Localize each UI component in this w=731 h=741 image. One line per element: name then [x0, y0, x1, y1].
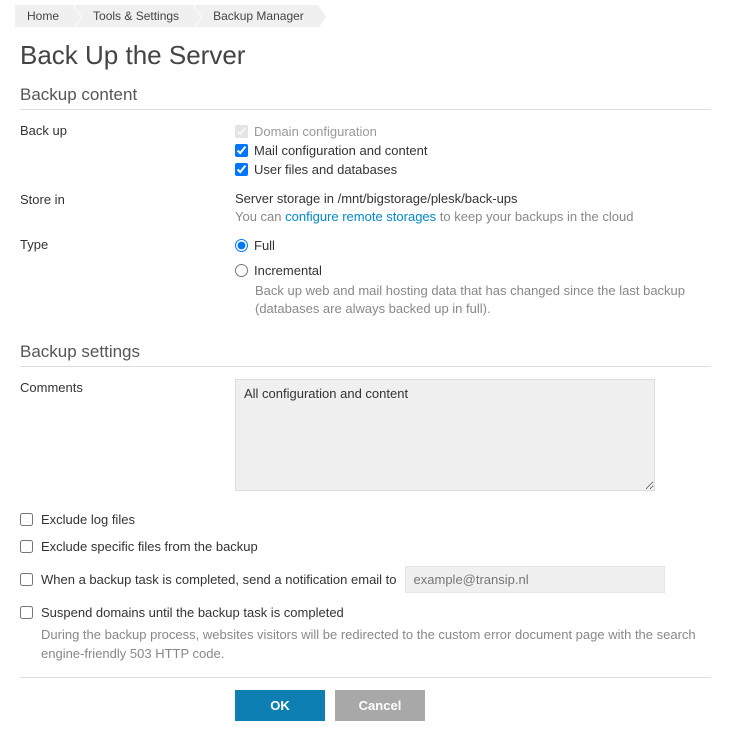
breadcrumb-home[interactable]: Home: [15, 5, 73, 27]
exclude-log-label: Exclude log files: [41, 512, 135, 527]
radio-full-label: Full: [254, 238, 275, 253]
notify-label: When a backup task is completed, send a …: [41, 572, 397, 587]
ok-button[interactable]: OK: [235, 690, 325, 721]
store-in-sub: You can configure remote storages to kee…: [235, 206, 711, 224]
backup-mail-row[interactable]: Mail configuration and content: [235, 141, 711, 160]
checkbox-exclude-files[interactable]: [20, 540, 33, 553]
breadcrumb-tools-settings[interactable]: Tools & Settings: [75, 5, 193, 27]
suspend-subtext: During the backup process, websites visi…: [20, 626, 711, 668]
store-in-sub-prefix: You can: [235, 209, 285, 224]
backup-domain-row: Domain configuration: [235, 122, 711, 141]
configure-remote-storages-link[interactable]: configure remote storages: [285, 209, 436, 224]
type-full-row[interactable]: Full: [235, 236, 711, 255]
checkbox-users-label: User files and databases: [254, 162, 397, 177]
suspend-label: Suspend domains until the backup task is…: [41, 605, 344, 620]
label-comments: Comments: [20, 379, 235, 395]
notify-row: When a backup task is completed, send a …: [20, 560, 711, 599]
checkbox-domain-configuration: [235, 125, 248, 138]
checkbox-suspend[interactable]: [20, 606, 33, 619]
checkbox-exclude-log[interactable]: [20, 513, 33, 526]
comments-textarea[interactable]: [235, 379, 655, 491]
breadcrumb-backup-manager[interactable]: Backup Manager: [195, 5, 318, 27]
suspend-row[interactable]: Suspend domains until the backup task is…: [20, 599, 711, 626]
type-incremental-row[interactable]: Incremental: [235, 261, 711, 280]
label-backup: Back up: [20, 122, 235, 138]
section-backup-content: Backup content: [20, 85, 711, 110]
label-store-in: Store in: [20, 191, 235, 207]
checkbox-mail-label: Mail configuration and content: [254, 143, 427, 158]
notify-email-input[interactable]: [405, 566, 665, 593]
divider: [20, 677, 711, 678]
exclude-log-row[interactable]: Exclude log files: [20, 506, 711, 533]
label-type: Type: [20, 236, 235, 252]
incremental-subtext: Back up web and mail hosting data that h…: [235, 280, 711, 322]
exclude-files-row[interactable]: Exclude specific files from the backup: [20, 533, 711, 560]
backup-users-row[interactable]: User files and databases: [235, 160, 711, 179]
store-in-path: Server storage in /mnt/bigstorage/plesk/…: [235, 191, 711, 206]
exclude-files-label: Exclude specific files from the backup: [41, 539, 258, 554]
checkbox-domain-label: Domain configuration: [254, 124, 377, 139]
section-backup-settings: Backup settings: [20, 342, 711, 367]
checkbox-mail-configuration[interactable]: [235, 144, 248, 157]
page-title: Back Up the Server: [20, 40, 711, 71]
cancel-button[interactable]: Cancel: [335, 690, 425, 721]
checkbox-notify[interactable]: [20, 573, 33, 586]
radio-incremental[interactable]: [235, 264, 248, 277]
breadcrumb: Home Tools & Settings Backup Manager: [0, 0, 731, 32]
store-in-sub-suffix: to keep your backups in the cloud: [436, 209, 633, 224]
radio-incremental-label: Incremental: [254, 263, 322, 278]
checkbox-user-files[interactable]: [235, 163, 248, 176]
radio-full[interactable]: [235, 239, 248, 252]
